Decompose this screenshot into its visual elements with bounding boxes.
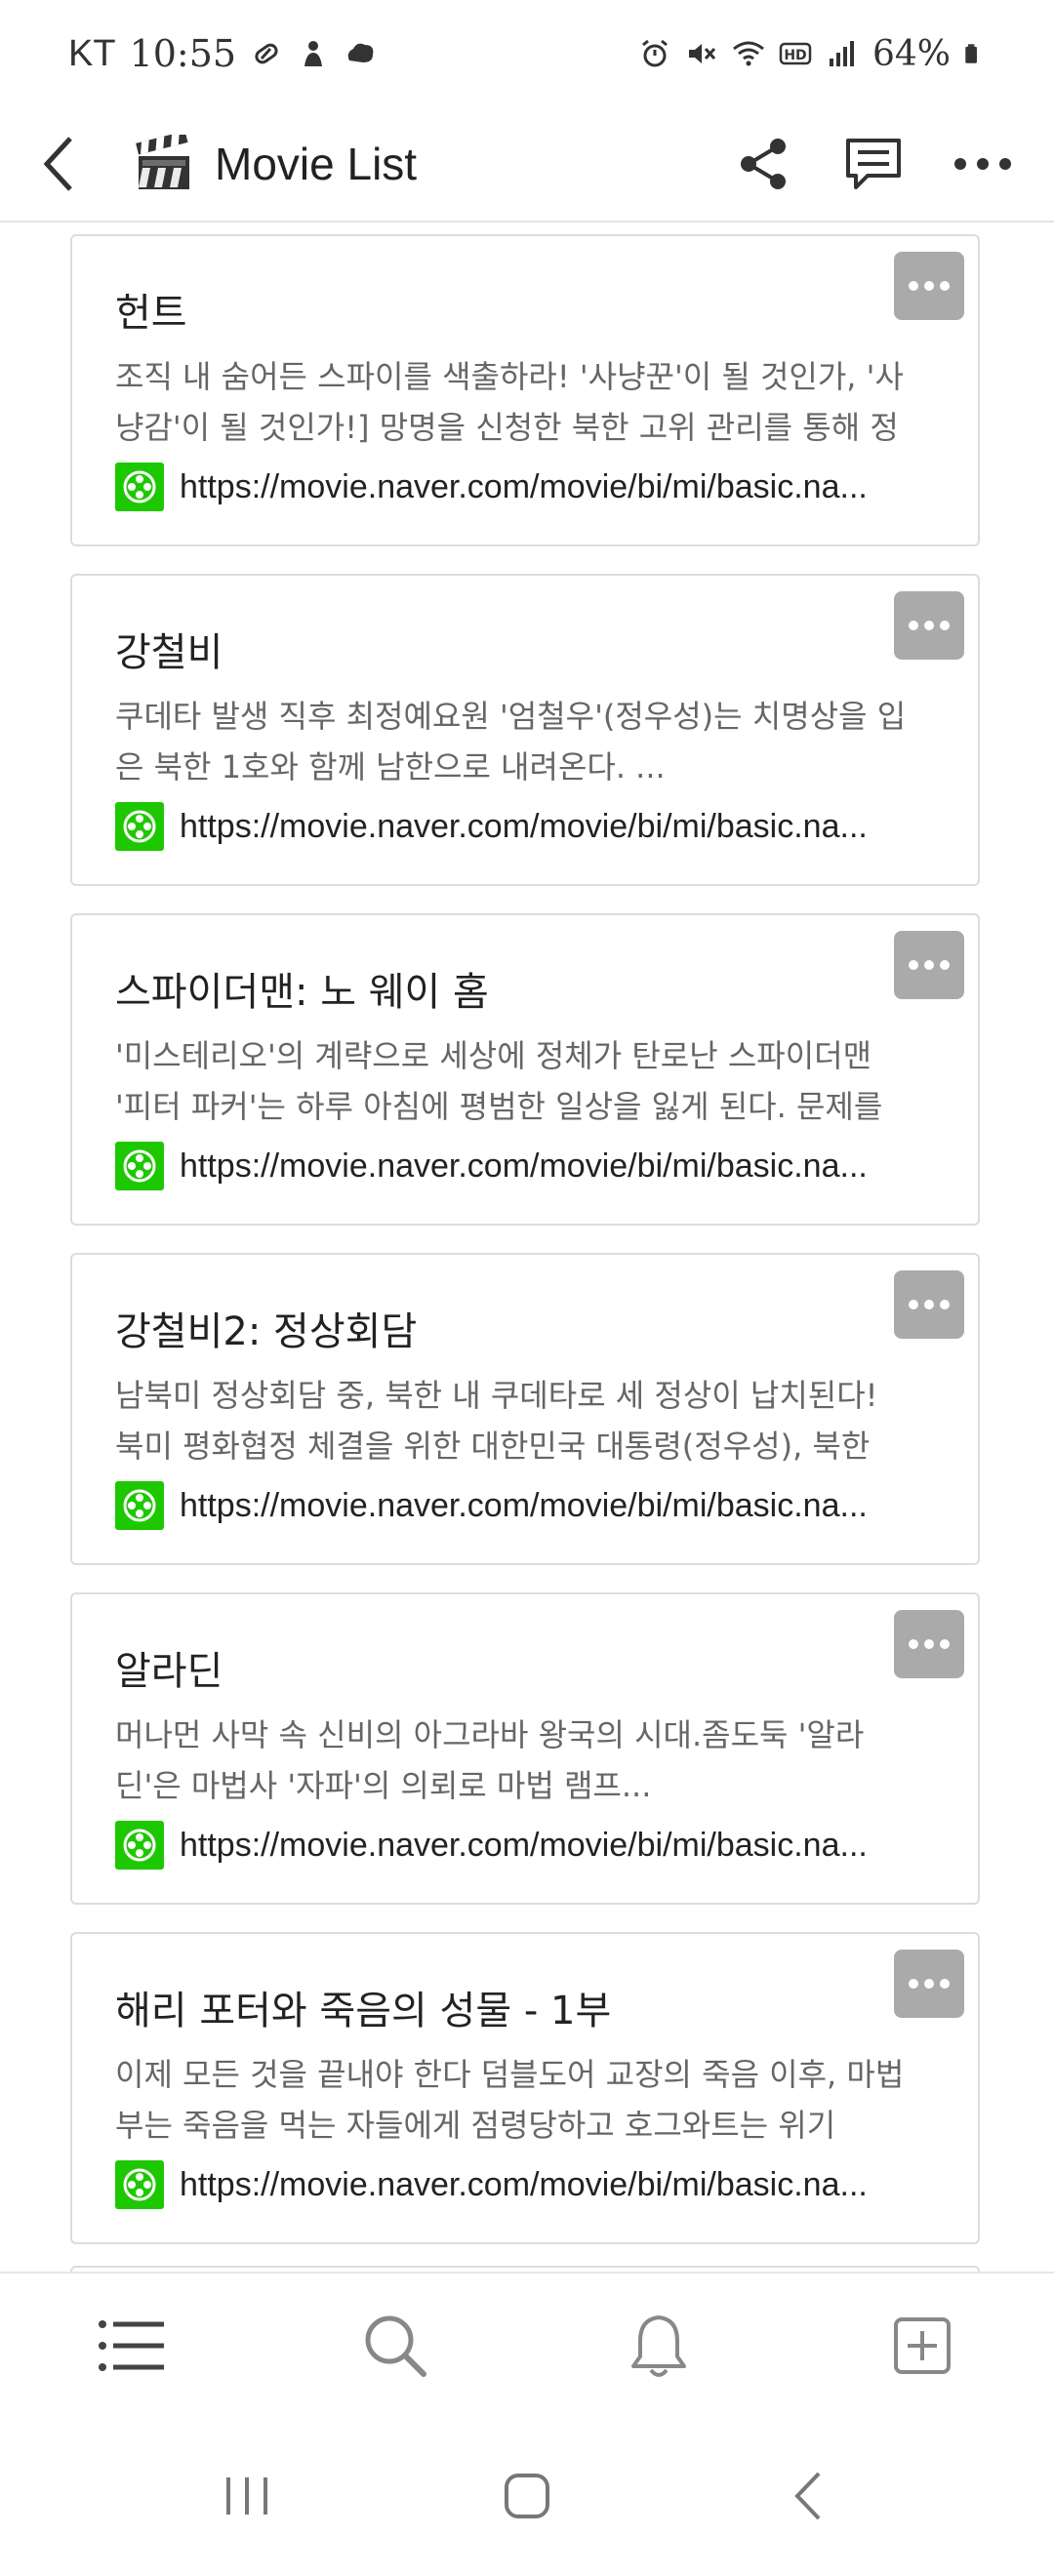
movie-link[interactable]: https://movie.naver.com/movie/bi/mi/basi… [115,1142,937,1190]
movie-card[interactable]: 헌트 조직 내 숨어든 스파이를 색출하라! '사냥꾼'이 될 것인가, '사냥… [70,234,980,546]
movie-title: 스파이더맨: 노 웨이 홈 [115,970,489,1015]
search-icon [365,2315,426,2377]
pill-notification-icon [255,43,278,64]
bell-icon [631,2315,686,2377]
more-horizontal-icon [909,1300,950,1309]
chevron-left-icon [43,137,72,191]
system-navigation [0,2416,1054,2576]
movie-card[interactable]: 강철비2: 정상회담 남북미 정상회담 중, 북한 내 쿠데타로 세 정상이 납… [70,1253,980,1565]
status-bar-right: HD 64% [638,34,986,74]
cloud-notification-icon [347,43,374,62]
share-icon [741,139,786,189]
movie-title: 강철비 [115,630,223,675]
movie-url[interactable]: https://movie.naver.com/movie/bi/mi/basi… [180,808,937,846]
movie-url[interactable]: https://movie.naver.com/movie/bi/mi/basi… [180,1147,937,1186]
naver-movie-icon [115,2160,164,2209]
nav-search-button[interactable] [351,2302,439,2390]
movie-title: 강철비2: 정상회담 [115,1309,418,1354]
mute-icon [688,44,716,63]
movie-card[interactable]: 강철비 쿠데타 발생 직후 최정예요원 '엄철우'(정우성)는 치명상을 입은 … [70,574,980,886]
home-icon [504,2474,549,2518]
status-bar: KT 10:55 HD 64% [0,0,1054,107]
battery-percent: 64% [872,33,951,74]
card-more-button[interactable] [894,931,964,999]
share-button[interactable] [732,132,796,196]
chevron-left-icon [793,2472,821,2520]
movie-description: 조직 내 숨어든 스파이를 색출하라! '사냥꾼'이 될 것인가, '사냥감'이… [115,358,904,446]
movie-url[interactable]: https://movie.naver.com/movie/bi/mi/basi… [180,468,937,506]
nav-notifications-button[interactable] [615,2302,703,2390]
svg-text:HD: HD [784,48,806,63]
naver-movie-icon [115,463,164,511]
movie-title: 해리 포터와 죽음의 성물 - 1부 [115,1989,612,2033]
app-bar-actions [732,132,1015,196]
movie-link[interactable]: https://movie.naver.com/movie/bi/mi/basi… [115,802,937,851]
carrier-label: KT [68,32,116,74]
movie-description: '미스테리오'의 계략으로 세상에 정체가 탄로난 스파이더맨 '피터 파커'는… [115,1037,883,1125]
naver-movie-icon [115,1481,164,1530]
hd-voice-icon: HD [779,42,812,65]
more-options-button[interactable] [951,132,1015,196]
page-title: Movie List [215,139,418,189]
back-button[interactable] [29,125,88,203]
app-notification-icon [304,41,323,66]
more-horizontal-icon [909,1979,950,1989]
naver-movie-icon [115,1142,164,1190]
movie-description: 남북미 정상회담 중, 북한 내 쿠데타로 세 정상이 납치된다! 북미 평화협… [115,1377,878,1465]
comment-icon [846,139,901,189]
card-more-button[interactable] [894,1610,964,1678]
alarm-icon [642,39,668,67]
movie-card[interactable]: 알라딘 머나먼 사막 속 신비의 아그라바 왕국의 시대.좀도둑 '알라딘'은 … [70,1592,980,1905]
battery-icon [965,44,977,63]
app-bar: Movie List [0,107,1054,222]
comments-button[interactable] [841,132,906,196]
movie-link[interactable]: https://movie.naver.com/movie/bi/mi/basi… [115,1821,937,1870]
movie-description: 이제 모든 것을 끝내야 한다 덤블도어 교장의 죽음 이후, 마법부는 죽음을… [115,2056,905,2144]
movie-url[interactable]: https://movie.naver.com/movie/bi/mi/basi… [180,1487,937,1525]
list-icon [99,2320,164,2371]
more-horizontal-icon [909,281,950,291]
more-horizontal-icon [909,1639,950,1649]
more-horizontal-icon [909,621,950,630]
system-back-button[interactable] [763,2452,851,2540]
wifi-icon [733,41,764,66]
movie-url[interactable]: https://movie.naver.com/movie/bi/mi/basi… [180,2166,937,2204]
card-more-button[interactable] [894,1950,964,2018]
card-more-button[interactable] [894,1270,964,1339]
movie-link[interactable]: https://movie.naver.com/movie/bi/mi/basi… [115,463,937,511]
nav-list-button[interactable] [88,2302,176,2390]
recent-apps-button[interactable] [203,2452,291,2540]
movie-link[interactable]: https://movie.naver.com/movie/bi/mi/basi… [115,2160,937,2209]
status-bar-left: KT 10:55 [68,32,377,75]
clapperboard-icon [136,135,189,189]
add-square-icon [894,2317,951,2374]
movie-title: 헌트 [115,291,187,336]
signal-icon [829,41,854,66]
movie-link[interactable]: https://movie.naver.com/movie/bi/mi/basi… [115,1481,937,1530]
card-more-button[interactable] [894,252,964,320]
movie-title: 알라딘 [115,1649,223,1694]
clock: 10:55 [129,32,237,75]
naver-movie-icon [115,802,164,851]
bottom-navigation [0,2272,1054,2418]
more-horizontal-icon [909,960,950,970]
nav-add-button[interactable] [878,2302,966,2390]
home-button[interactable] [483,2452,571,2540]
naver-movie-icon [115,1821,164,1870]
movie-url[interactable]: https://movie.naver.com/movie/bi/mi/basi… [180,1827,937,1865]
card-more-button[interactable] [894,591,964,660]
movie-description: 머나먼 사막 속 신비의 아그라바 왕국의 시대.좀도둑 '알라딘'은 마법사 … [115,1716,865,1804]
movie-description: 쿠데타 발생 직후 최정예요원 '엄철우'(정우성)는 치명상을 입은 북한 1… [115,698,907,785]
more-horizontal-icon [954,158,1011,170]
movie-card[interactable]: 해리 포터와 죽음의 성물 - 1부 이제 모든 것을 끝내야 한다 덤블도어 … [70,1932,980,2244]
movie-card[interactable]: 스파이더맨: 노 웨이 홈 '미스테리오'의 계략으로 세상에 정체가 탄로난 … [70,913,980,1226]
recent-apps-icon [226,2477,268,2515]
